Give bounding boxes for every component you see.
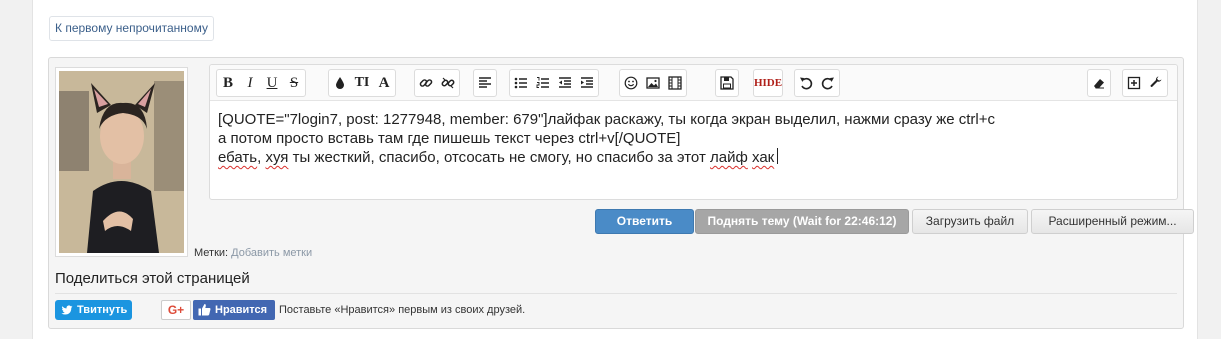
page-content: К первому непрочитанному B I U S TI A HI… — [32, 0, 1198, 339]
tags-label: Метки: — [194, 247, 229, 259]
image-icon[interactable] — [642, 70, 664, 96]
underline-icon[interactable]: U — [261, 70, 283, 96]
share-title: Поделиться этой страницей — [55, 270, 250, 287]
tools-group — [1122, 69, 1168, 97]
insert-icon[interactable] — [1123, 70, 1145, 96]
align-left-icon[interactable] — [474, 70, 496, 96]
misspelled-word[interactable]: хак — [752, 149, 774, 166]
quick-reply-box: B I U S TI A HIDE [QUOTE="7login7, post:… — [48, 57, 1194, 329]
align-group — [473, 69, 497, 97]
unlink-icon[interactable] — [437, 70, 459, 96]
strikethrough-icon[interactable]: S — [283, 70, 305, 96]
editor-line-reply: ебать, хуя ты жесткий, спасибо, отсосать… — [218, 148, 1169, 167]
facebook-like-label: Нравится — [215, 304, 268, 316]
facebook-like-button[interactable]: Нравится — [193, 300, 275, 320]
misspelled-word[interactable]: ебать — [218, 149, 257, 166]
save-draft-icon[interactable] — [716, 70, 738, 96]
media-icon[interactable] — [664, 70, 686, 96]
avatar-image — [59, 71, 184, 253]
text-color-icon[interactable] — [329, 70, 351, 96]
eraser-icon[interactable] — [1088, 70, 1110, 96]
misspelled-word[interactable]: лайф — [710, 149, 748, 166]
avatar-figure — [59, 71, 184, 253]
add-tags-link[interactable]: Добавить метки — [231, 247, 312, 259]
link-icon[interactable] — [415, 70, 437, 96]
message-textarea[interactable]: [QUOTE="7login7, post: 1277948, member: … — [210, 101, 1177, 176]
google-plus-button[interactable]: G+ — [161, 300, 191, 320]
draft-group — [715, 69, 739, 97]
undo-icon[interactable] — [795, 70, 817, 96]
bold-icon[interactable]: B — [217, 70, 239, 96]
font-size-icon[interactable]: TI — [351, 70, 373, 96]
tweet-button[interactable]: Твитнуть — [55, 300, 132, 320]
text-style-group: TI A — [328, 69, 396, 97]
link-group — [414, 69, 460, 97]
font-family-icon[interactable]: A — [373, 70, 395, 96]
eraser-group — [1087, 69, 1111, 97]
facebook-social-text: Поставьте «Нравится» первым из своих дру… — [279, 304, 526, 316]
smiley-icon[interactable] — [620, 70, 642, 96]
advanced-mode-button[interactable]: Расширенный режим... — [1031, 209, 1194, 234]
upload-file-button[interactable]: Загрузить файл — [912, 209, 1028, 234]
text-caret — [777, 148, 779, 164]
bump-thread-button[interactable]: Поднять тему (Wait for 22:46:12) — [695, 209, 909, 234]
hide-group: HIDE — [753, 69, 783, 97]
italic-icon[interactable]: I — [239, 70, 261, 96]
format-group: B I U S — [216, 69, 306, 97]
history-group — [794, 69, 840, 97]
user-avatar[interactable] — [55, 67, 188, 257]
editor-text-segment: ты жесткий, спасибо, отсосать не смогу, … — [288, 149, 710, 166]
indent-icon[interactable] — [576, 70, 598, 96]
message-editor: B I U S TI A HIDE [QUOTE="7login7, post:… — [209, 64, 1178, 200]
insert-group — [619, 69, 687, 97]
thumbs-up-icon — [198, 304, 211, 316]
outdent-icon[interactable] — [554, 70, 576, 96]
first-unread-link[interactable]: К первому непрочитанному — [49, 16, 214, 41]
hide-icon[interactable]: HIDE — [754, 70, 782, 96]
bullet-list-icon[interactable] — [510, 70, 532, 96]
list-group — [509, 69, 599, 97]
editor-line-quote-end: а потом просто вставь там где пишешь тек… — [218, 130, 681, 147]
tweet-label: Твитнуть — [77, 304, 128, 316]
editor-line-quote-start: [QUOTE="7login7, post: 1277948, member: … — [218, 111, 996, 128]
misspelled-word[interactable]: хуя — [265, 149, 288, 166]
twitter-bird-icon — [61, 305, 73, 315]
tags-row: Метки: Добавить метки — [194, 247, 312, 259]
redo-icon[interactable] — [817, 70, 839, 96]
settings-wrench-icon[interactable] — [1145, 70, 1167, 96]
editor-toolbar: B I U S TI A HIDE — [210, 65, 1177, 101]
share-divider — [55, 293, 1177, 294]
numbered-list-icon[interactable] — [532, 70, 554, 96]
reply-button[interactable]: Ответить — [595, 209, 694, 234]
